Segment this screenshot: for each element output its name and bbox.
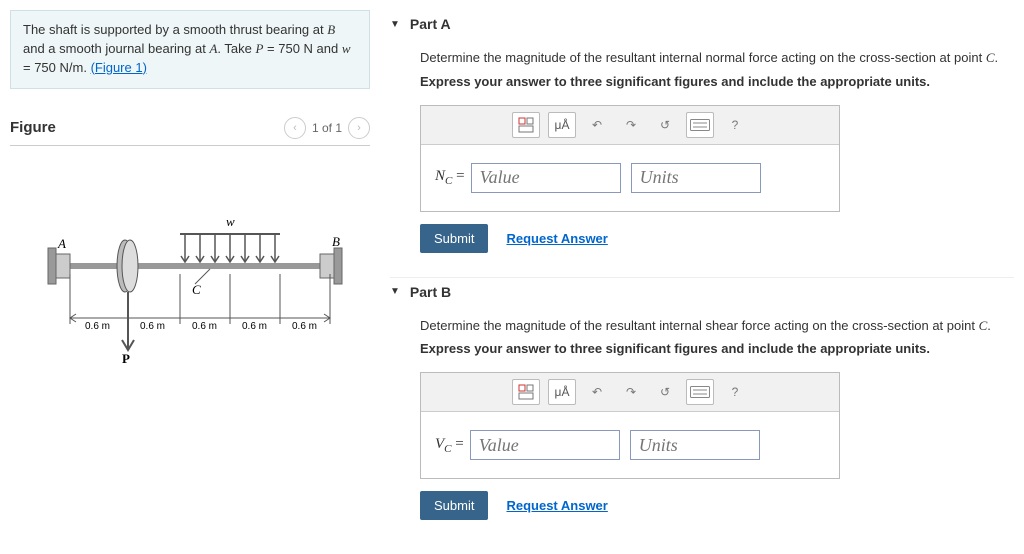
var-B: B (327, 22, 335, 37)
text: = 750 N/m. (23, 60, 91, 75)
part-a-units-input[interactable] (631, 163, 761, 193)
part-a-request-answer-link[interactable]: Request Answer (506, 231, 607, 246)
var-w: w (342, 41, 351, 56)
svg-text:B: B (332, 234, 340, 249)
svg-text:A: A (57, 236, 66, 251)
text: = 750 N and (263, 41, 341, 56)
part-a-value-input[interactable] (471, 163, 621, 193)
part-b-question: Determine the magnitude of the resultant… (420, 316, 1014, 336)
part-a-submit-button[interactable]: Submit (420, 224, 488, 253)
figure-header: Figure ‹ 1 of 1 › (10, 117, 370, 146)
help-icon[interactable]: ? (722, 380, 748, 404)
part-b-request-answer-link[interactable]: Request Answer (506, 498, 607, 513)
units-icon[interactable]: μÅ (548, 379, 576, 405)
reset-icon[interactable]: ↺ (652, 113, 678, 137)
help-icon[interactable]: ? (722, 113, 748, 137)
figure-link[interactable]: (Figure 1) (91, 60, 147, 75)
units-icon[interactable]: μÅ (548, 112, 576, 138)
undo-icon[interactable]: ↶ (584, 380, 610, 404)
svg-text:0.6 m: 0.6 m (85, 321, 110, 332)
svg-text:0.6 m: 0.6 m (192, 321, 217, 332)
figure-prev-button[interactable]: ‹ (284, 117, 306, 139)
keyboard-icon[interactable] (686, 112, 714, 138)
undo-icon[interactable]: ↶ (584, 113, 610, 137)
redo-icon[interactable]: ↷ (618, 380, 644, 404)
part-a-lhs: NC = (435, 168, 465, 187)
part-b-answer-box: μÅ ↶ ↷ ↺ ? VC = (420, 372, 840, 479)
figure-next-button[interactable]: › (348, 117, 370, 139)
svg-text:P: P (122, 351, 130, 366)
reset-icon[interactable]: ↺ (652, 380, 678, 404)
keyboard-icon[interactable] (686, 379, 714, 405)
svg-text:C: C (192, 282, 201, 297)
figure-counter: 1 of 1 (312, 121, 342, 135)
part-b-value-input[interactable] (470, 430, 620, 460)
part-a-header[interactable]: ▼ Part A (390, 10, 1014, 38)
part-a-question: Determine the magnitude of the resultant… (420, 48, 1014, 68)
part-b-lhs: VC = (435, 436, 464, 455)
caret-down-icon: ▼ (390, 286, 400, 297)
figure-diagram: A B C w P 0.6 m 0.6 m 0.6 m 0.6 m 0.6 m (30, 166, 350, 366)
redo-icon[interactable]: ↷ (618, 113, 644, 137)
text: . Take (217, 41, 255, 56)
part-a-title: Part A (410, 16, 451, 32)
problem-statement: The shaft is supported by a smooth thrus… (10, 10, 370, 89)
template-icon[interactable] (512, 379, 540, 405)
part-b-title: Part B (410, 284, 451, 300)
svg-text:0.6 m: 0.6 m (292, 321, 317, 332)
part-b-submit-button[interactable]: Submit (420, 491, 488, 520)
caret-down-icon: ▼ (390, 19, 400, 30)
part-b-header[interactable]: ▼ Part B (390, 278, 1014, 306)
svg-text:0.6 m: 0.6 m (140, 321, 165, 332)
svg-text:0.6 m: 0.6 m (242, 321, 267, 332)
part-b-instruction: Express your answer to three significant… (420, 341, 1014, 356)
svg-text:w: w (226, 214, 235, 229)
template-icon[interactable] (512, 112, 540, 138)
part-a-answer-box: μÅ ↶ ↷ ↺ ? NC = (420, 105, 840, 212)
part-a-instruction: Express your answer to three significant… (420, 74, 1014, 89)
part-b-units-input[interactable] (630, 430, 760, 460)
text: and a smooth journal bearing at (23, 41, 209, 56)
text: The shaft is supported by a smooth thrus… (23, 22, 327, 37)
figure-title: Figure (10, 119, 56, 136)
